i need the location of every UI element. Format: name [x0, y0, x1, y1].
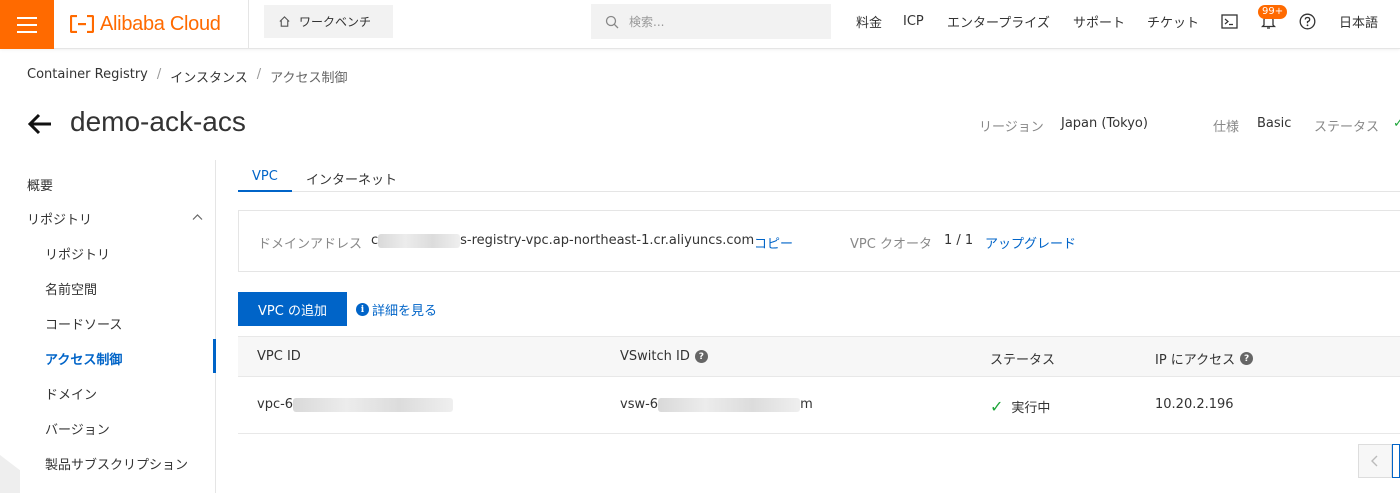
page-button[interactable] — [1392, 444, 1400, 478]
info-icon: i — [356, 303, 369, 316]
nav-pricing[interactable]: 料金 — [856, 0, 882, 43]
domain-address: c s-registry-vpc.ap-northeast-1.cr.aliyun… — [371, 233, 754, 248]
column-vswitch-id-label: VSwitch ID — [620, 349, 690, 364]
cell-vpc-id: vpc-6 — [257, 397, 454, 412]
breadcrumb: Container Registry / インスタンス / アクセス制御 — [27, 67, 348, 86]
top-navigation-bar: Alibaba Cloud ワークベンチ 検索... 料金 ICP エンタープラ… — [0, 0, 1400, 49]
view-details-label: 詳細を見る — [372, 304, 438, 319]
column-vpc-id: VPC ID — [257, 349, 301, 364]
table-header: VPC ID VSwitch ID ? ステータス IP にアクセス ? — [238, 336, 1400, 377]
quota-value: 1 / 1 — [944, 233, 974, 248]
domain-suffix: s-registry-vpc.ap-northeast-1.cr.aliyunc… — [460, 233, 755, 248]
workbench-label: ワークベンチ — [299, 15, 372, 29]
search-icon — [605, 15, 619, 28]
tab-bar: VPC インターネット — [238, 165, 1400, 192]
tab-vpc[interactable]: VPC — [252, 169, 278, 184]
cell-ip: 10.20.2.196 — [1155, 397, 1234, 412]
column-ip-access-label: IP にアクセス — [1155, 353, 1236, 368]
quota-label: VPC クオータ — [850, 237, 932, 252]
sidebar-item-version[interactable]: バージョン — [45, 419, 110, 438]
add-vpc-button[interactable]: VPC の追加 — [238, 292, 347, 326]
sidebar-item-domain[interactable]: ドメイン — [45, 384, 97, 403]
status-text: 実行中 — [1011, 401, 1051, 416]
notification-badge: 99+ — [1258, 5, 1288, 19]
help-icon[interactable] — [1299, 13, 1316, 30]
region-label: リージョン — [979, 120, 1044, 135]
back-arrow-icon[interactable] — [26, 110, 54, 138]
sidebar-item-namespace[interactable]: 名前空間 — [45, 279, 97, 298]
divider — [248, 0, 249, 49]
column-status: ステータス — [990, 353, 1056, 368]
tab-active-underline — [238, 190, 292, 192]
view-details-link[interactable]: i 詳細を見る — [356, 300, 437, 319]
chevron-left-icon — [1371, 455, 1378, 467]
column-ip-access: IP にアクセス ? — [1155, 349, 1254, 368]
spec-value: Basic — [1257, 116, 1292, 131]
brand-name: Alibaba Cloud — [100, 12, 221, 35]
hamburger-menu-button[interactable] — [0, 0, 54, 49]
breadcrumb-separator: / — [156, 67, 162, 82]
region-value: Japan (Tokyo) — [1061, 116, 1148, 131]
sidebar-item-repository[interactable]: リポジトリ — [45, 244, 110, 263]
nav-ticket[interactable]: チケット — [1147, 0, 1199, 43]
breadcrumb-container-registry[interactable]: Container Registry — [27, 67, 148, 86]
search-input[interactable]: 検索... — [591, 4, 831, 39]
chevron-up-icon[interactable] — [192, 213, 203, 221]
breadcrumb-separator: / — [256, 67, 262, 82]
redacted-text — [293, 397, 454, 412]
question-icon[interactable]: ? — [694, 350, 708, 363]
question-icon[interactable]: ? — [1240, 352, 1254, 365]
check-icon: ✓ — [990, 397, 1004, 416]
workbench-button[interactable]: ワークベンチ — [264, 5, 393, 38]
sidebar-item-access-control[interactable]: アクセス制御 — [45, 349, 122, 368]
redacted-text — [658, 397, 801, 412]
sidebar-item-code-source[interactable]: コードソース — [45, 314, 122, 333]
vswitch-id-prefix: vsw-6 — [620, 397, 659, 412]
status-label: ステータス — [1314, 120, 1380, 135]
copy-link[interactable]: コピー — [754, 233, 793, 252]
tab-internet[interactable]: インターネット — [306, 169, 397, 188]
prev-page-button[interactable] — [1358, 444, 1392, 478]
column-vswitch-id: VSwitch ID ? — [620, 349, 708, 364]
nav-enterprise[interactable]: エンタープライズ — [947, 0, 1050, 43]
alibaba-logo-icon — [70, 15, 94, 33]
redacted-text — [378, 233, 461, 248]
search-placeholder: 検索... — [629, 15, 665, 29]
table-row: vpc-6 vsw-6 m ✓ 実行中 10.20.2.196 — [238, 377, 1400, 434]
sidebar-item-overview[interactable]: 概要 — [27, 175, 53, 194]
vswitch-id-suffix: m — [800, 397, 813, 412]
nav-support[interactable]: サポート — [1073, 0, 1125, 43]
home-icon — [279, 16, 290, 27]
status-check-icon: ✓ — [1393, 116, 1400, 131]
terminal-icon[interactable] — [1221, 14, 1238, 29]
sidebar-active-indicator — [213, 339, 216, 373]
sidebar-group-repository[interactable]: リポジトリ — [27, 209, 92, 228]
nav-icp[interactable]: ICP — [903, 0, 924, 43]
breadcrumb-current: アクセス制御 — [270, 71, 348, 86]
vpc-id-prefix: vpc-6 — [257, 397, 294, 412]
cell-status: ✓ 実行中 — [990, 397, 1050, 416]
domain-prefix: c — [371, 233, 379, 248]
cell-vswitch-id: vsw-6 m — [620, 397, 813, 412]
sidebar-item-subscription[interactable]: 製品サブスクリプション — [45, 454, 188, 473]
domain-label: ドメインアドレス — [258, 237, 363, 252]
sidebar: 概要 リポジトリ リポジトリ 名前空間 コードソース アクセス制御 ドメイン バ… — [0, 160, 216, 493]
domain-info-panel: ドメインアドレス c s-registry-vpc.ap-northeast-1.… — [238, 210, 1400, 272]
spec-label: 仕様 — [1213, 120, 1240, 135]
breadcrumb-instances[interactable]: インスタンス — [170, 67, 247, 86]
alibaba-cloud-logo[interactable]: Alibaba Cloud — [70, 12, 221, 36]
language-switcher[interactable]: 日本語 — [1339, 0, 1378, 43]
page-title: demo-ack-acs — [70, 106, 246, 137]
upgrade-link[interactable]: アップグレード — [985, 233, 1076, 252]
